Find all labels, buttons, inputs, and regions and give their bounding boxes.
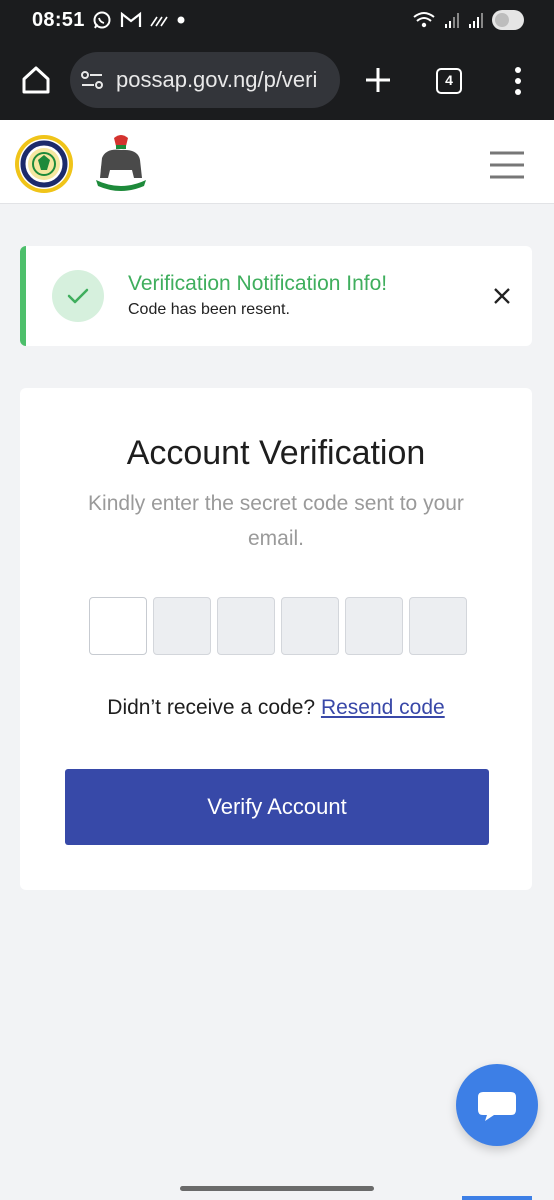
address-bar[interactable]: possap.gov.ng/p/veri [70,52,340,108]
dot-icon [177,16,185,24]
status-bar: 08:51 [0,0,554,40]
site-settings-icon[interactable] [80,70,104,90]
bottom-edge-accent [462,1196,532,1200]
close-icon[interactable] [492,286,512,306]
verification-card: Account Verification Kindly enter the se… [20,388,532,890]
alert-message: Code has been resent. [128,301,290,318]
new-tab-icon[interactable] [362,64,394,96]
site-header [0,120,554,204]
alert-title: Verification Notification Info! [128,272,388,295]
status-icons-right [412,10,524,30]
home-icon[interactable] [18,62,54,98]
success-check-icon [52,270,104,322]
data-saver-icon [150,16,168,27]
code-digit-4[interactable] [281,597,339,655]
wifi-icon [413,12,435,28]
whatsapp-icon [93,11,111,29]
signal-icon [445,13,459,28]
toggle-icon [492,10,524,30]
resend-row: Didn’t receive a code? Resend code [20,696,532,720]
chat-button[interactable] [456,1064,538,1146]
tab-switcher-button[interactable]: 4 [436,68,462,94]
page-title: Account Verification [126,434,426,472]
status-time: 08:51 [32,9,85,31]
resend-prompt: Didn’t receive a code? [107,696,316,719]
resend-code-link[interactable]: Resend code [321,696,445,719]
nigeria-police-logo [96,135,146,191]
chat-bubble-icon [478,1092,516,1121]
url-text: possap.gov.ng/p/veri [116,67,318,92]
status-icons-left [92,10,186,30]
gmail-icon [120,11,142,27]
code-digit-1[interactable] [89,597,147,655]
signal-icon [469,13,483,28]
notification-alert: Verification Notification Info! Code has… [20,246,532,346]
instruction-text: Kindly enter the secret code sent to you… [88,492,464,550]
code-digit-3[interactable] [217,597,275,655]
more-options-icon[interactable] [512,66,524,96]
code-digit-6[interactable] [409,597,467,655]
hamburger-menu-icon[interactable] [488,150,526,180]
code-digit-5[interactable] [345,597,403,655]
verify-account-button[interactable]: Verify Account [65,769,489,845]
gesture-bar[interactable] [180,1186,374,1191]
code-input-group [89,597,467,655]
possap-logo[interactable] [14,134,74,194]
browser-toolbar: possap.gov.ng/p/veri 4 [0,40,554,120]
code-digit-2[interactable] [153,597,211,655]
